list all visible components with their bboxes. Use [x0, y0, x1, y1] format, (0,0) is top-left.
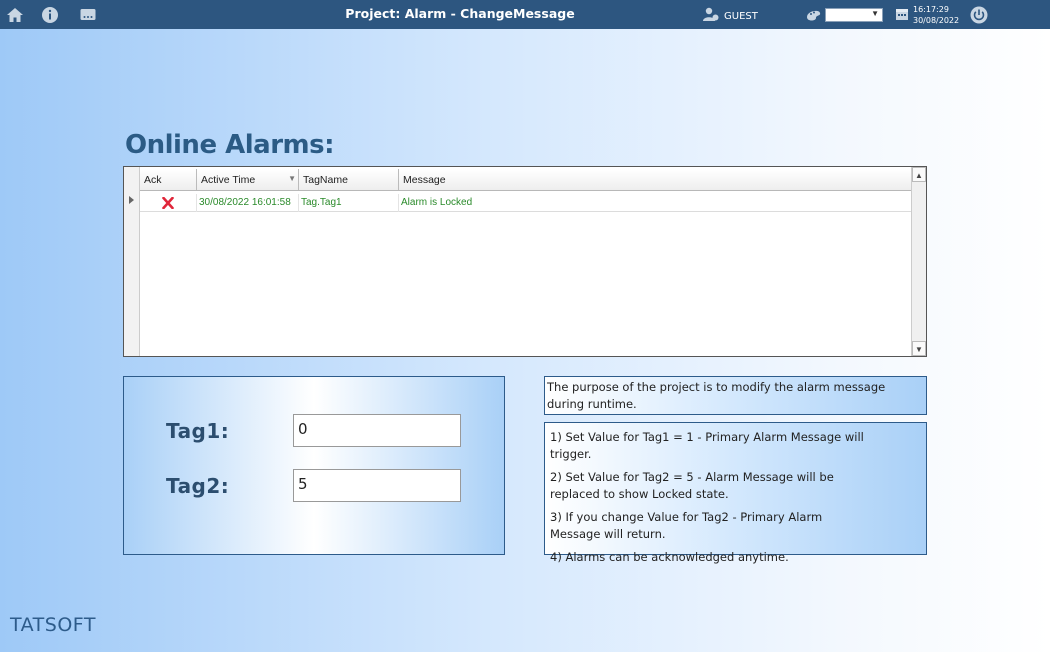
clock: 16:17:29 30/08/2022	[913, 4, 959, 26]
ack-x-icon[interactable]	[162, 196, 174, 212]
column-header-active-time[interactable]: Active Time ▼	[196, 169, 298, 190]
grid-header: Ack Active Time ▼ TagName Message	[140, 169, 912, 191]
alarm-grid[interactable]: Ack Active Time ▼ TagName Message 30/08/2…	[123, 166, 927, 357]
table-row[interactable]: 30/08/2022 16:01:58 Tag.Tag1 Alarm is Lo…	[140, 194, 912, 212]
clock-time: 16:17:29	[913, 5, 949, 14]
tag1-input[interactable]: 0	[293, 414, 461, 447]
palette-icon[interactable]	[805, 7, 825, 27]
user-name: GUEST	[724, 11, 758, 22]
tag2-input[interactable]: 5	[293, 469, 461, 502]
calendar-icon	[895, 7, 915, 27]
active-time-cell: 30/08/2022 16:01:58	[196, 194, 298, 212]
clock-date: 30/08/2022	[913, 16, 960, 25]
chevron-down-icon: ▼	[871, 9, 879, 18]
instructions-panel: 1) Set Value for Tag1 = 1 - Primary Alar…	[544, 422, 927, 564]
purpose-description: The purpose of the project is to modify …	[544, 376, 927, 415]
instruction-step: 4) Alarms can be acknowledged anytime.	[550, 550, 789, 564]
current-row-indicator-icon	[129, 196, 134, 204]
column-header-label: TagName	[303, 174, 348, 186]
project-title: Project: Alarm - ChangeMessage	[345, 6, 575, 21]
top-bar: Project: Alarm - ChangeMessage GUEST ▼ 1…	[0, 0, 1050, 29]
language-select[interactable]: ▼	[825, 8, 883, 22]
user-icon	[702, 6, 720, 27]
tag1-label: Tag1:	[166, 419, 230, 443]
power-icon[interactable]	[969, 5, 989, 25]
column-header-label: Ack	[144, 174, 162, 186]
more-icon[interactable]	[78, 5, 98, 25]
home-icon[interactable]	[5, 5, 25, 25]
scroll-up-icon[interactable]: ▲	[912, 167, 926, 182]
column-header-label: Active Time	[201, 174, 256, 186]
purpose-text: The purpose of the project is to modify …	[547, 380, 886, 411]
instruction-step: 3) If you change Value for Tag2 - Primar…	[550, 510, 823, 541]
sort-descending-icon: ▼	[288, 174, 296, 183]
page-title: Online Alarms:	[125, 130, 335, 160]
instruction-step: 1) Set Value for Tag1 = 1 - Primary Alar…	[550, 430, 864, 461]
column-header-tagname[interactable]: TagName	[298, 169, 398, 190]
tagname-cell: Tag.Tag1	[298, 194, 398, 212]
vertical-scrollbar[interactable]: ▲ ▼	[911, 167, 926, 356]
tag-values-panel: Tag1: 0 Tag2: 5	[123, 376, 505, 555]
info-icon[interactable]	[40, 5, 60, 25]
column-header-message[interactable]: Message	[398, 169, 912, 190]
column-header-label: Message	[403, 174, 446, 186]
tatsoft-logo: TATSOFT	[10, 614, 96, 636]
instruction-step: 2) Set Value for Tag2 = 5 - Alarm Messag…	[550, 470, 834, 501]
user-display[interactable]: GUEST	[702, 6, 758, 27]
scroll-down-icon[interactable]: ▼	[912, 341, 926, 356]
message-cell: Alarm is Locked	[398, 194, 912, 212]
column-header-ack[interactable]: Ack	[140, 169, 196, 190]
tag2-label: Tag2:	[166, 474, 230, 498]
ack-cell[interactable]	[140, 194, 196, 212]
